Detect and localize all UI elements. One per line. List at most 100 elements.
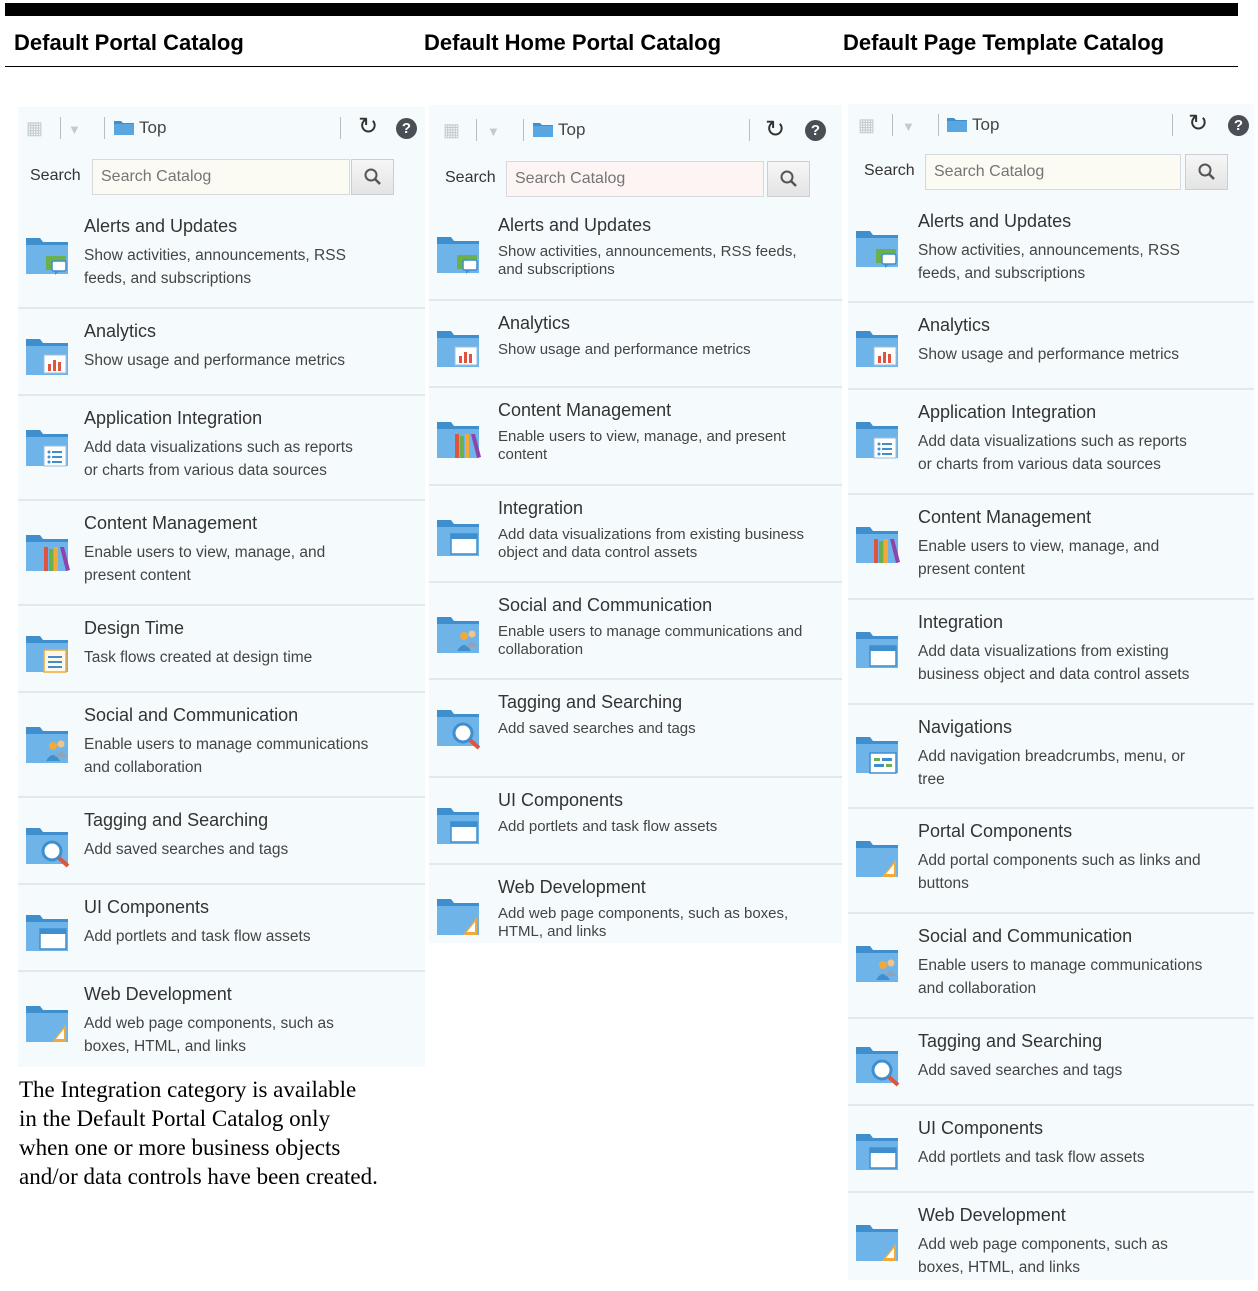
help-icon[interactable]: ?	[396, 118, 417, 139]
catalog-item-description-line: Enable users to view, manage, and presen…	[498, 428, 786, 445]
analytics-folder-icon	[435, 325, 481, 369]
help-icon[interactable]: ?	[1228, 115, 1249, 136]
catalog-menu-icon[interactable]: ▦	[26, 118, 43, 138]
catalog-menu-icon[interactable]: ▦	[858, 115, 875, 135]
catalog-item[interactable]: Social and Communication Enable users to …	[18, 691, 425, 798]
catalog-toolbar: ▦ ▼ Top ↻ ?	[18, 107, 425, 151]
catalog-item[interactable]: Application Integration Add data visualiz…	[848, 388, 1254, 495]
catalog-item[interactable]: Application Integration Add data visualiz…	[18, 394, 425, 501]
ui-folder-icon	[435, 802, 481, 846]
catalog-item-description-line: and subscriptions	[498, 261, 615, 278]
catalog-item[interactable]: Social and Communication Enable users to …	[429, 581, 842, 680]
catalog-item-description: Enable users to view, manage, and presen…	[498, 428, 838, 464]
catalog-item[interactable]: Alerts and Updates Show activities, annou…	[429, 201, 842, 301]
chevron-down-icon[interactable]: ▼	[487, 122, 500, 142]
catalog-item[interactable]: UI Components Add portlets and task flow …	[848, 1104, 1254, 1193]
catalog-item-title: Web Development	[84, 984, 232, 1004]
content-folder-icon	[854, 521, 900, 565]
catalog-item-description-line: HTML, and links	[498, 923, 607, 940]
catalog-item-title: Tagging and Searching	[918, 1031, 1103, 1051]
catalog-item[interactable]: Navigations Add navigation breadcrumbs, m…	[848, 703, 1254, 809]
catalog-menu-icon[interactable]: ▦	[443, 120, 460, 140]
search-input[interactable]	[92, 159, 350, 195]
catalog-item-title: Social and Communication	[918, 926, 1133, 946]
catalog-item[interactable]: Analytics Show usage and performance metr…	[18, 307, 425, 396]
catalog-item-description-line: buttons	[918, 875, 969, 892]
catalog-item-description: Enable users to manage communications an…	[498, 623, 838, 659]
breadcrumb-top[interactable]: Top	[972, 115, 999, 135]
catalog-item[interactable]: Tagging and Searching Add saved searches …	[429, 678, 842, 778]
refresh-icon[interactable]: ↻	[1188, 112, 1208, 136]
refresh-icon[interactable]: ↻	[765, 118, 785, 142]
search-row: Search	[18, 155, 425, 199]
catalog-item-title: Navigations	[918, 717, 1013, 737]
catalog-item-description: Add saved searches and tags	[84, 838, 420, 861]
breadcrumb-top[interactable]: Top	[139, 118, 166, 138]
catalog-item[interactable]: Design Time Task flows created at design …	[18, 604, 425, 693]
catalog-item-description: Show usage and performance metrics	[84, 349, 420, 372]
catalog-item[interactable]: Integration Add data visualizations from …	[429, 484, 842, 583]
catalog-panel-default-home-portal: ▦ ▼ Top ↻ ? Search Alerts and Updates Sho…	[429, 105, 842, 943]
search-button[interactable]	[767, 161, 810, 197]
integration-note: The Integration category is available in…	[19, 1077, 378, 1189]
catalog-item[interactable]: UI Components Add portlets and task flow …	[429, 776, 842, 865]
search-input[interactable]	[506, 161, 764, 197]
catalog-item[interactable]: UI Components Add portlets and task flow …	[18, 883, 425, 972]
catalog-item-description-line: Add saved searches and tags	[84, 841, 289, 858]
search-input[interactable]	[925, 154, 1181, 190]
search-folder-icon	[24, 822, 70, 868]
search-folder-icon	[854, 1041, 900, 1087]
catalog-item[interactable]: Content Management Enable users to view, …	[18, 499, 425, 606]
catalog-item-title: Alerts and Updates	[498, 215, 652, 235]
social-folder-icon	[435, 611, 481, 655]
refresh-icon[interactable]: ↻	[358, 115, 378, 139]
catalog-item-description-line: Add data visualizations such as reports	[918, 433, 1187, 450]
magnifier-icon	[364, 168, 381, 185]
catalog-item-description: Show activities, announcements, RSS feeds…	[918, 239, 1254, 285]
catalog-item-description-line: Add data visualizations such as reports	[84, 439, 353, 456]
webdev-folder-icon	[24, 1000, 70, 1044]
catalog-item[interactable]: Web Development Add web page components, …	[429, 863, 842, 943]
catalog-item-description: Add data visualizations from existing bus…	[918, 640, 1254, 686]
catalog-item-description-line: Add web page components, such as	[918, 1236, 1168, 1253]
catalog-item[interactable]: Web Development Add web page components, …	[18, 970, 425, 1067]
ui-folder-icon	[854, 1128, 900, 1172]
catalog-item[interactable]: Tagging and Searching Add saved searches …	[18, 796, 425, 885]
social-folder-icon	[854, 940, 900, 984]
search-button[interactable]	[1185, 154, 1228, 190]
catalog-item[interactable]: Tagging and Searching Add saved searches …	[848, 1017, 1254, 1106]
breadcrumb-top[interactable]: Top	[558, 120, 585, 140]
catalog-item-description-line: Add portlets and task flow assets	[498, 818, 718, 835]
catalog-item[interactable]: Content Management Enable users to view, …	[848, 493, 1254, 600]
catalog-item[interactable]: Content Management Enable users to view, …	[429, 386, 842, 486]
catalog-item[interactable]: Alerts and Updates Show activities, annou…	[848, 197, 1254, 303]
catalog-item[interactable]: Integration Add data visualizations from …	[848, 598, 1254, 705]
alerts-folder-icon	[435, 231, 481, 275]
catalog-item-description-line: Show activities, announcements, RSS	[918, 242, 1180, 259]
chevron-down-icon[interactable]: ▼	[902, 117, 915, 137]
catalog-item-description-line: feeds, and subscriptions	[918, 265, 1086, 282]
catalog-item[interactable]: Analytics Show usage and performance metr…	[429, 299, 842, 388]
chevron-down-icon[interactable]: ▼	[68, 120, 81, 140]
catalog-item[interactable]: Web Development Add web page components, …	[848, 1191, 1254, 1280]
catalog-item-description: Add portlets and task flow assets	[498, 818, 838, 836]
search-button[interactable]	[351, 159, 394, 195]
catalog-item[interactable]: Alerts and Updates Show activities, annou…	[18, 202, 425, 309]
toolbar-separator	[1172, 114, 1173, 136]
catalog-item[interactable]: Social and Communication Enable users to …	[848, 912, 1254, 1019]
catalog-item-description-line: tree	[918, 771, 945, 788]
catalog-item[interactable]: Portal Components Add portal components s…	[848, 807, 1254, 914]
catalog-item-description-line: Show usage and performance metrics	[498, 341, 751, 358]
top-rule	[5, 3, 1238, 16]
catalog-item-description-line: collaboration	[498, 641, 584, 658]
catalog-item-title: Tagging and Searching	[84, 810, 269, 830]
app-integration-folder-icon	[24, 424, 70, 468]
folder-icon	[533, 123, 553, 137]
catalog-item-description: Add data visualizations from existing bu…	[498, 526, 838, 562]
catalog-item-description-line: Add saved searches and tags	[498, 720, 696, 737]
help-icon[interactable]: ?	[805, 120, 826, 141]
search-row: Search	[429, 157, 842, 201]
catalog-item-description-line: Show activities, announcements, RSS	[84, 247, 346, 264]
catalog-item[interactable]: Analytics Show usage and performance metr…	[848, 301, 1254, 390]
catalog-item-title: Integration	[918, 612, 1004, 632]
